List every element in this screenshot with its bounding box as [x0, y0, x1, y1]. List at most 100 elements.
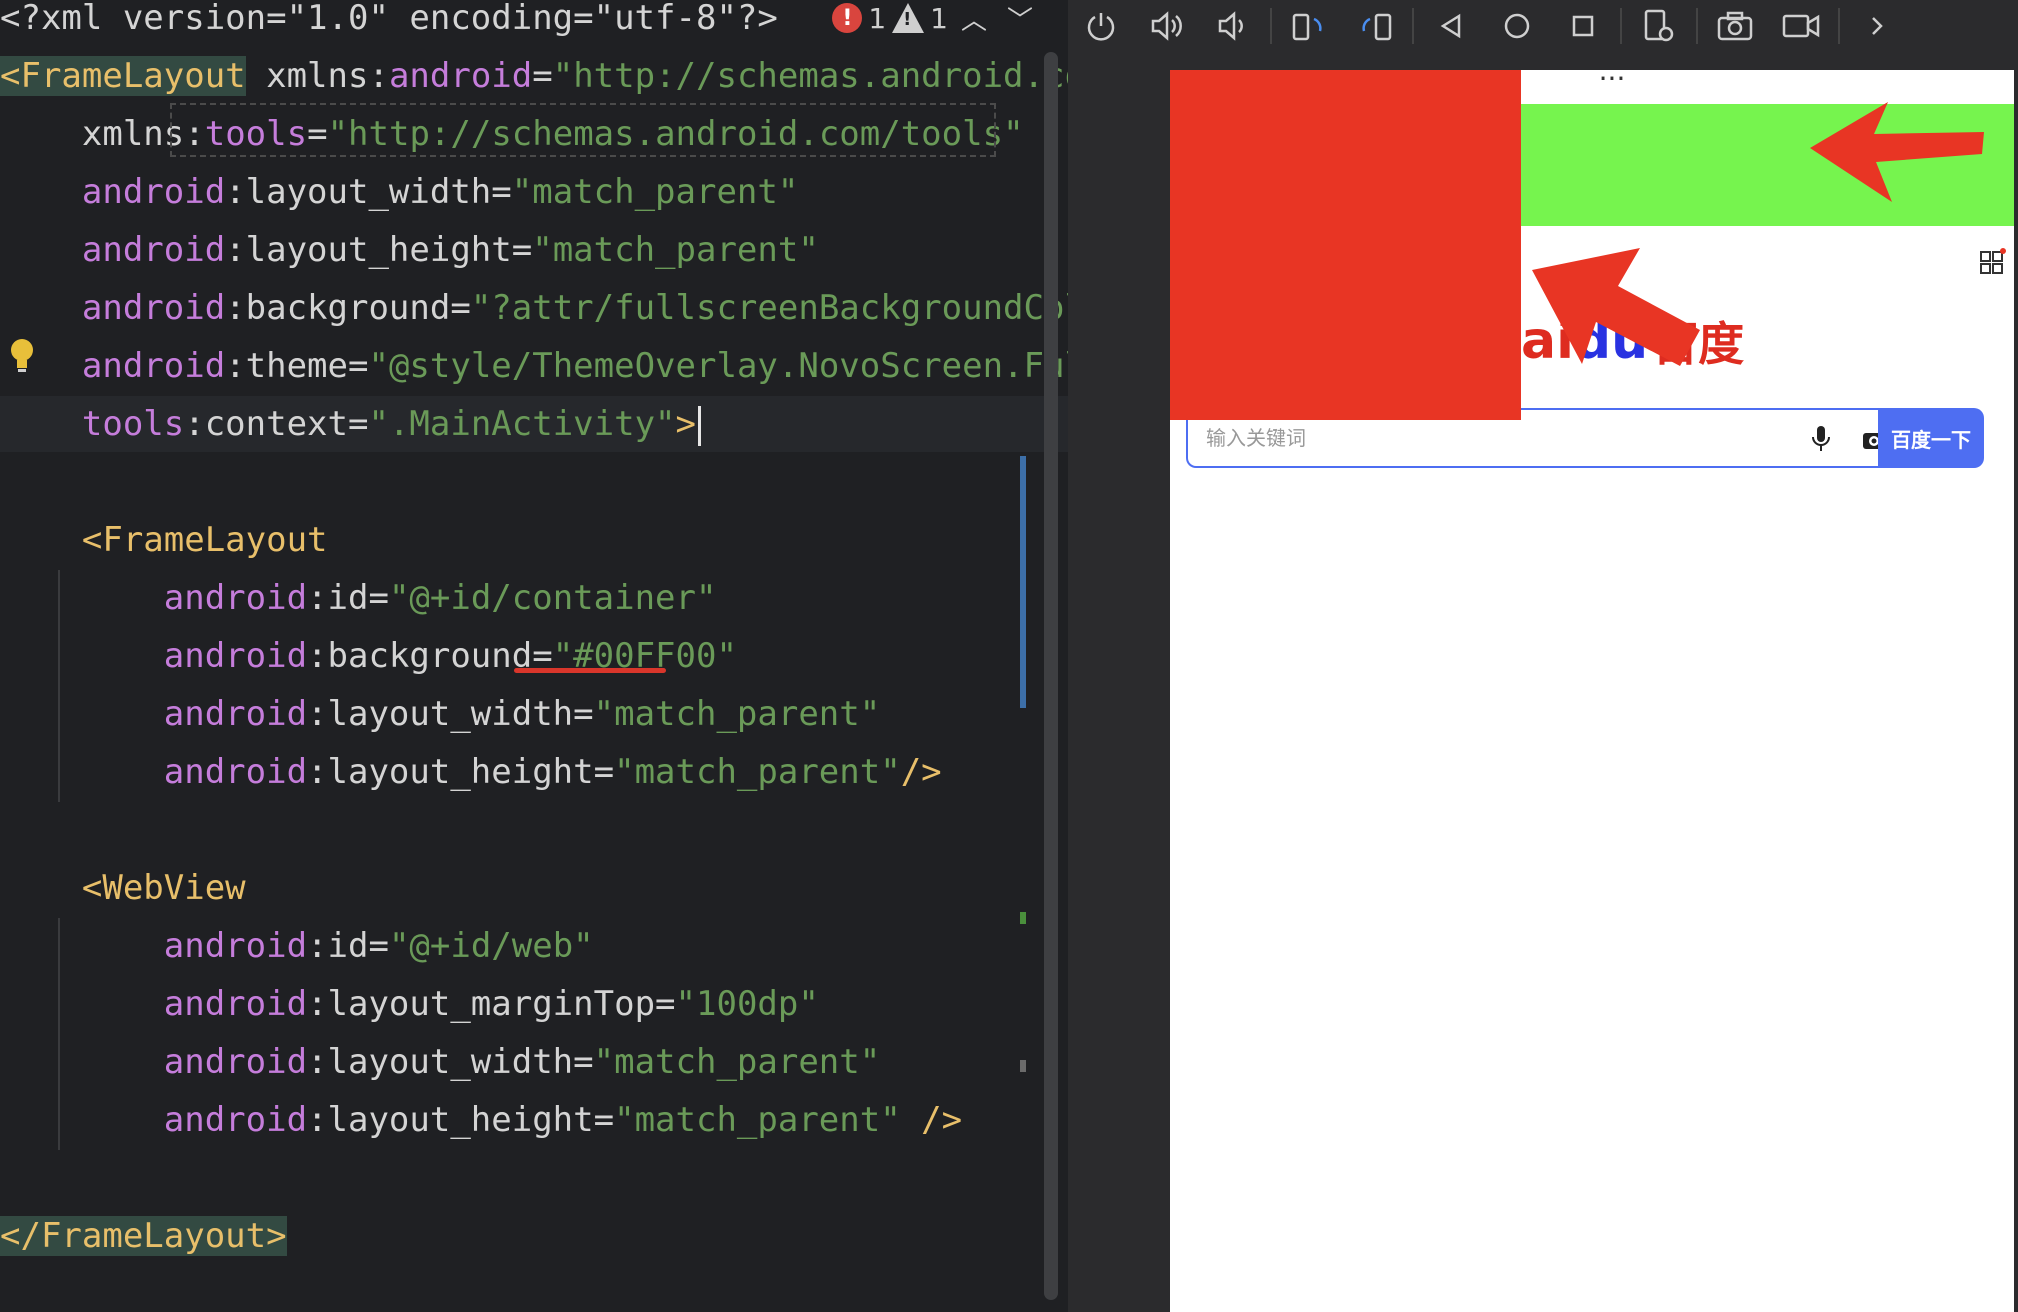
screenshot-icon[interactable]	[1702, 0, 1768, 52]
indent-guide	[58, 570, 60, 802]
code-token: tools	[0, 404, 185, 444]
inspection-widget[interactable]: ! 1 ! 1 ︿ ﹀	[832, 0, 1040, 36]
code-token: <FrameLayout	[0, 56, 246, 96]
next-highlight-icon[interactable]: ﹀	[1000, 0, 1040, 37]
code-token: "match_parent"	[593, 694, 881, 734]
code-line[interactable]: <WebView	[0, 860, 246, 916]
code-token: android	[0, 578, 308, 618]
error-count: 1	[868, 1, 887, 35]
search-button[interactable]: 百度一下	[1878, 408, 1984, 468]
code-token: android	[0, 230, 226, 270]
code-token: =	[593, 1100, 615, 1140]
code-token: :context	[184, 404, 348, 444]
home-icon[interactable]	[1484, 0, 1550, 52]
code-line[interactable]: android:layout_height="match_parent"/>	[0, 744, 942, 800]
code-line[interactable]: android:layout_width="match_parent"	[0, 164, 798, 220]
code-token: =	[655, 984, 676, 1024]
code-token: "match_parent"	[532, 230, 819, 270]
code-token: =	[368, 578, 389, 618]
code-token: "match_parent"	[593, 1042, 881, 1082]
code-token: android	[0, 752, 308, 792]
code-token: <FrameLayout	[0, 520, 328, 560]
code-token: xmlns:	[245, 56, 389, 96]
code-token: </FrameLayout>	[0, 1216, 287, 1256]
previous-highlight-icon[interactable]: ︿	[954, 0, 994, 37]
code-token: android	[0, 1100, 308, 1140]
code-token: =	[450, 288, 471, 328]
code-token: :layout_width	[225, 172, 492, 212]
overview-icon[interactable]	[1550, 0, 1616, 52]
text-caret	[698, 405, 702, 446]
code-token: android	[0, 984, 308, 1024]
code-line[interactable]: android:layout_width="match_parent"	[0, 1034, 880, 1090]
code-token: =	[573, 694, 594, 734]
code-token: "match_parent"	[614, 1100, 901, 1140]
screen-record-icon[interactable]	[1768, 0, 1834, 52]
code-token: android	[0, 288, 226, 328]
code-token: xmlns	[0, 114, 185, 154]
code-token: "@style/ThemeOverlay.NovoScreen.Fullsc	[368, 346, 1068, 386]
code-token: "?attr/fullscreenBackgroundColor"	[470, 288, 1068, 328]
code-token: =	[491, 172, 512, 212]
back-icon[interactable]	[1418, 0, 1484, 52]
webview-more-icon[interactable]: ···	[1582, 70, 1642, 100]
code-line[interactable]: <?xml version="1.0" encoding="utf-8"?>	[0, 0, 778, 46]
code-token: :id	[307, 926, 369, 966]
volume-down-icon[interactable]	[1200, 0, 1266, 52]
code-token: =	[593, 752, 615, 792]
code-line[interactable]: android:id="@+id/web"	[0, 918, 594, 974]
code-line[interactable]: <FrameLayout	[0, 512, 328, 568]
annotation-arrow-icon	[1810, 102, 1984, 202]
code-token: =	[368, 926, 389, 966]
code-token: =	[573, 1042, 594, 1082]
code-token: :layout_marginTop	[307, 984, 656, 1024]
search-input[interactable]	[1188, 425, 1768, 451]
code-token: "http://schemas.android.com/ap	[552, 56, 1068, 96]
power-icon[interactable]	[1068, 0, 1134, 52]
code-line[interactable]: android:layout_height="match_parent"	[0, 222, 819, 278]
warning-count: 1	[930, 1, 948, 35]
code-token: "@+id/web"	[388, 926, 594, 966]
device-settings-icon[interactable]	[1626, 0, 1692, 52]
code-line[interactable]: </FrameLayout>	[0, 1208, 287, 1264]
code-token: :background	[225, 288, 451, 328]
editor-scrollbar[interactable]	[1044, 52, 1058, 1300]
code-token: android	[0, 172, 226, 212]
code-token: android	[388, 56, 533, 96]
emulator-screen[interactable]: ··· ai du 百度 百度一下	[1170, 70, 2014, 1312]
change-marker	[1020, 456, 1026, 708]
code-line[interactable]: android:id="@+id/container"	[0, 570, 717, 626]
change-marker	[1020, 912, 1026, 924]
code-line[interactable]: android:background="?attr/fullscreenBack…	[0, 280, 1068, 336]
code-token: <WebView	[0, 868, 246, 908]
code-token: :theme	[225, 346, 348, 386]
highlight-box	[170, 103, 996, 157]
app-grid-icon[interactable]	[1978, 248, 2006, 276]
code-token: "100dp"	[675, 984, 819, 1024]
code-line[interactable]: tools:context=".MainActivity">	[0, 396, 1068, 452]
rotate-right-icon[interactable]	[1342, 0, 1408, 52]
annotation-arrow-icon	[1532, 248, 1700, 366]
code-token: >	[675, 404, 697, 444]
error-icon: !	[832, 3, 863, 33]
code-line[interactable]: android:layout_width="match_parent"	[0, 686, 880, 742]
code-token: ".MainActivity"	[368, 404, 676, 444]
microphone-icon[interactable]	[1808, 424, 1834, 454]
code-token: :background	[307, 636, 533, 676]
code-token: :id	[307, 578, 369, 618]
code-token: =	[348, 404, 369, 444]
code-editor[interactable]: ! 1 ! 1 ︿ ﹀ <?xml version="1.0" encoding…	[0, 0, 1068, 1312]
code-token: "match_parent"	[511, 172, 799, 212]
code-line[interactable]: android:layout_height="match_parent" />	[0, 1092, 962, 1148]
more-icon[interactable]	[1844, 0, 1910, 52]
code-line[interactable]: <FrameLayout xmlns:android="http://schem…	[0, 48, 1068, 104]
lightbulb-icon[interactable]	[8, 336, 36, 376]
code-token: =	[511, 230, 533, 270]
code-token: android	[0, 1042, 308, 1082]
rotate-left-icon[interactable]	[1276, 0, 1342, 52]
code-line[interactable]: android:theme="@style/ThemeOverlay.NovoS…	[0, 338, 1068, 394]
code-line[interactable]: android:background="#00FF00"	[0, 628, 737, 684]
code-line[interactable]: android:layout_marginTop="100dp"	[0, 976, 819, 1032]
code-token: "match_parent"	[614, 752, 901, 792]
volume-up-icon[interactable]	[1134, 0, 1200, 52]
